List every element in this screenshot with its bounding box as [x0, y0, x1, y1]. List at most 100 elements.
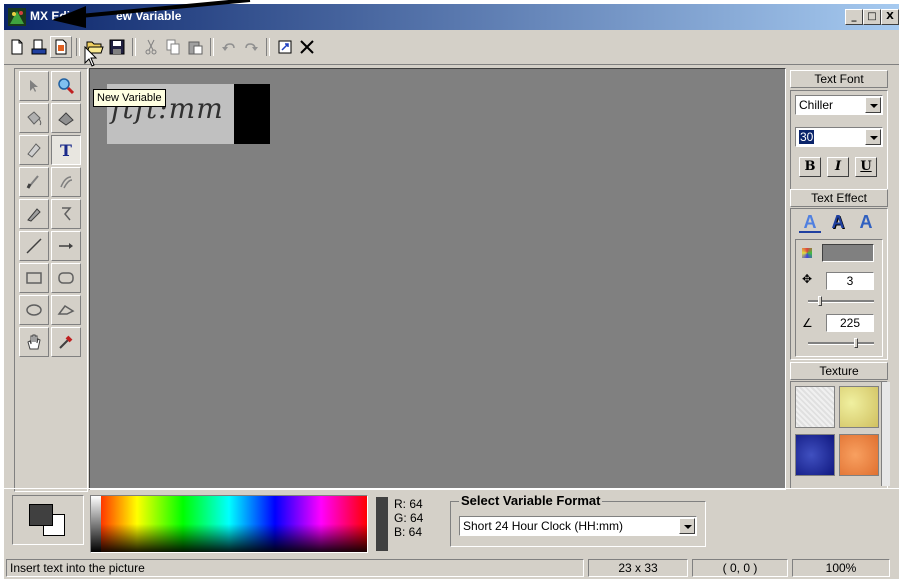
copy-button[interactable]: [162, 36, 184, 58]
status-size: 23 x 33: [588, 559, 688, 577]
resize-icon: [278, 40, 292, 54]
minimize-button[interactable]: _: [845, 9, 863, 25]
ellipse-tool[interactable]: [19, 295, 49, 325]
main-toolbar: [4, 32, 899, 65]
chevron-down-icon[interactable]: [865, 129, 881, 145]
bold-button[interactable]: B: [799, 157, 821, 177]
copy-icon: [166, 39, 180, 55]
cut-icon: [145, 39, 157, 55]
arrow-line-tool[interactable]: [51, 231, 81, 261]
pen-tool[interactable]: [19, 199, 49, 229]
shadow-angle-input[interactable]: 225: [826, 314, 874, 332]
polygon-tool[interactable]: [51, 295, 81, 325]
shadow-distance-slider[interactable]: [808, 296, 874, 306]
grayscale-strip[interactable]: [91, 496, 101, 552]
variable-format-value: Short 24 Hour Clock (HH:mm): [463, 519, 624, 533]
delete-button[interactable]: [296, 36, 318, 58]
properties-panel: Text Font Chiller 30 B I U Text Effect A…: [788, 68, 898, 489]
color-picker-tool[interactable]: [51, 327, 81, 357]
font-select[interactable]: Chiller: [795, 95, 883, 115]
chevron-down-icon[interactable]: [679, 518, 695, 534]
new-variable-icon: [55, 39, 67, 55]
lasso-icon: [62, 207, 72, 221]
eraser-icon: [27, 143, 41, 158]
blue-value: B: 64: [394, 525, 423, 539]
texture-sand-swatch[interactable]: [839, 386, 879, 428]
rectangle-tool[interactable]: [19, 263, 49, 293]
eraser-tool[interactable]: [19, 135, 49, 165]
polygon-icon: [57, 304, 75, 315]
paste-icon: [188, 41, 203, 55]
shadow-color-swatch[interactable]: [822, 244, 874, 262]
status-position: ( 0, 0 ): [692, 559, 788, 577]
close-button[interactable]: X: [881, 9, 899, 25]
variable-selection-block: [234, 84, 270, 144]
foreground-color-swatch[interactable]: [29, 504, 53, 526]
fill-bucket-tool[interactable]: [19, 103, 49, 133]
title-bar: MX Editor ew Variable _ □ X: [4, 4, 899, 30]
texture-blue-swatch[interactable]: [795, 434, 835, 476]
variable-format-legend: Select Variable Format: [459, 493, 603, 508]
new-document-icon: [11, 39, 23, 55]
status-bar: Insert text into the picture 23 x 33 ( 0…: [4, 557, 899, 579]
variable-format-select[interactable]: Short 24 Hour Clock (HH:mm): [459, 516, 697, 536]
text-tool[interactable]: T: [51, 135, 81, 165]
texture-orange-swatch[interactable]: [839, 434, 879, 476]
texture-none-swatch[interactable]: [795, 386, 835, 428]
status-hint: Insert text into the picture: [6, 559, 584, 577]
maximize-button[interactable]: □: [863, 9, 881, 25]
underline-button[interactable]: U: [855, 157, 877, 177]
drawing-canvas[interactable]: ftft:mm: [89, 68, 786, 490]
color-selector[interactable]: [12, 495, 84, 545]
eyedropper-icon: [59, 335, 73, 349]
text-tool-icon: T: [60, 141, 72, 159]
delete-icon: [300, 40, 314, 54]
font-size-value: 30: [799, 130, 815, 144]
hand-icon: [27, 334, 41, 350]
brush-tool[interactable]: [19, 167, 49, 197]
redo-button[interactable]: [240, 36, 262, 58]
variable-format-group: Select Variable Format Short 24 Hour Clo…: [450, 493, 706, 547]
shadow-distance-input[interactable]: 3: [826, 272, 874, 290]
effect-emboss-button[interactable]: A: [855, 211, 877, 233]
texture-scrollbar[interactable]: [881, 382, 890, 486]
app-window: MX Editor ew Variable _ □ X T ftft:mm Ne…: [4, 4, 899, 579]
shadow-angle-slider[interactable]: [808, 338, 874, 348]
resize-button[interactable]: [274, 36, 296, 58]
current-color-bar: [376, 497, 388, 551]
paste-button[interactable]: [184, 36, 206, 58]
texture-group: [790, 381, 890, 489]
magnifier-tool[interactable]: [51, 71, 81, 101]
magnifier-icon: [58, 78, 75, 95]
spray-tool[interactable]: [51, 167, 81, 197]
select-arrow-icon: [30, 80, 38, 92]
arrow-tool[interactable]: [19, 71, 49, 101]
line-tool[interactable]: [19, 231, 49, 261]
lasso-tool[interactable]: [51, 199, 81, 229]
window-title: MX Editor ew Variable: [30, 9, 182, 23]
status-zoom: 100%: [792, 559, 890, 577]
chevron-down-icon[interactable]: [865, 97, 881, 113]
color-spectrum[interactable]: [90, 495, 368, 553]
tools-panel: T: [14, 68, 88, 492]
print-preview-button[interactable]: [28, 36, 50, 58]
eraser-shape-tool[interactable]: [51, 103, 81, 133]
new-document-button[interactable]: [6, 36, 28, 58]
rounded-rect-tool[interactable]: [51, 263, 81, 293]
save-button[interactable]: [106, 36, 128, 58]
new-variable-button[interactable]: [50, 36, 72, 58]
font-size-select[interactable]: 30: [795, 127, 883, 147]
italic-button[interactable]: I: [827, 157, 849, 177]
line-icon: [26, 238, 42, 254]
arrow-line-icon: [59, 243, 73, 249]
effect-shadow-button[interactable]: A: [827, 211, 849, 233]
shape-eraser-icon: [58, 112, 74, 126]
hand-tool[interactable]: [19, 327, 49, 357]
toolbar-separator: [210, 38, 214, 56]
texture-header: Texture: [790, 362, 888, 380]
rectangle-icon: [26, 272, 42, 284]
redo-icon: [245, 43, 258, 51]
cut-button[interactable]: [140, 36, 162, 58]
undo-button[interactable]: [218, 36, 240, 58]
effect-outline-button[interactable]: A: [799, 211, 821, 233]
